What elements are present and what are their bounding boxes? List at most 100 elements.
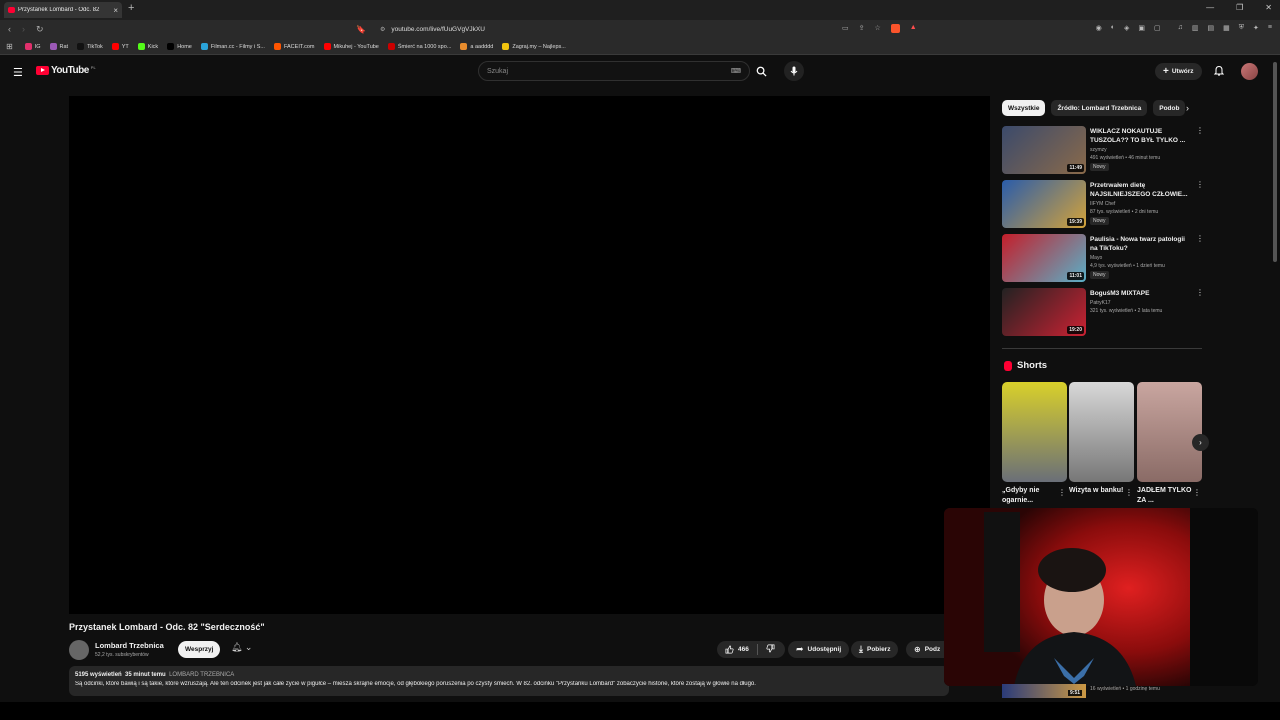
channel-name[interactable]: Mayo bbox=[1090, 255, 1194, 261]
short-thumbnail[interactable] bbox=[1002, 382, 1067, 482]
notifications-bell-icon[interactable] bbox=[1213, 65, 1225, 79]
bookmark-item[interactable]: Kick bbox=[137, 43, 158, 50]
channel-name[interactable]: PatryK17 bbox=[1090, 300, 1194, 306]
create-button[interactable]: + Utwórz bbox=[1155, 63, 1202, 80]
channel-name[interactable]: IIFYM Chef bbox=[1090, 201, 1194, 207]
account-avatar[interactable] bbox=[1241, 63, 1258, 80]
restore-icon[interactable]: ❐ bbox=[1236, 3, 1243, 12]
more-options-icon[interactable]: ⋮ bbox=[1125, 488, 1133, 497]
recommendation-item[interactable]: 11:49 WIKLACZ NOKAUTUJE TUSZOLA?? TO BYŁ … bbox=[1002, 126, 1207, 176]
brave-shield-icon[interactable] bbox=[890, 24, 900, 33]
duration-badge: 9:51 bbox=[1068, 690, 1083, 696]
more-options-icon[interactable]: ⋮ bbox=[1196, 180, 1204, 189]
video-thumbnail[interactable]: 11:49 bbox=[1002, 126, 1086, 174]
shorts-next-icon[interactable]: › bbox=[1192, 434, 1209, 451]
short-title[interactable]: „Gdyby nie ogarnie... bbox=[1002, 486, 1058, 506]
share-arrow-icon: ➦ bbox=[796, 644, 804, 654]
vpn-icon[interactable]: ⛨ bbox=[1239, 24, 1244, 32]
channel-name[interactable]: szymzy bbox=[1090, 147, 1194, 153]
short-title[interactable]: JADŁEM TYLKO ZA ... bbox=[1137, 486, 1193, 506]
leo-icon[interactable]: ✦ bbox=[1253, 24, 1259, 32]
video-title[interactable]: Przetrwałem dietę NAJSILNIEJSZEGO CZŁOWI… bbox=[1090, 181, 1194, 199]
channel-avatar[interactable] bbox=[69, 640, 89, 660]
extension-icon[interactable]: ◉ bbox=[1096, 24, 1102, 32]
video-thumbnail[interactable]: 19:20 bbox=[1002, 288, 1086, 336]
like-button[interactable]: 466 bbox=[725, 645, 749, 654]
video-thumbnail[interactable]: 19:39 bbox=[1002, 180, 1086, 228]
video-title[interactable]: WIKLACZ NOKAUTUJE TUSZOLA?? TO BYŁ TYLKO… bbox=[1090, 127, 1194, 145]
menu-icon[interactable]: ≡ bbox=[1268, 24, 1272, 32]
voice-search-button[interactable] bbox=[784, 61, 804, 81]
reload-icon[interactable]: ↻ bbox=[36, 24, 44, 35]
filter-chip[interactable]: Źródło: Lombard Trzebnica bbox=[1051, 100, 1148, 116]
bookmark-item[interactable]: Filman.cc - Filmy i S... bbox=[200, 43, 265, 50]
more-options-icon[interactable]: ⋮ bbox=[1196, 234, 1204, 243]
star-icon[interactable]: ☆ bbox=[875, 24, 881, 33]
short-thumbnail[interactable] bbox=[1069, 382, 1134, 482]
extension-icon[interactable]: ◐ bbox=[1111, 24, 1115, 32]
screen-icon[interactable]: ▭ bbox=[842, 24, 849, 33]
more-options-icon[interactable]: ⋮ bbox=[1058, 488, 1066, 497]
recommendation-item[interactable]: 19:39 Przetrwałem dietę NAJSILNIEJSZEGO C… bbox=[1002, 180, 1207, 230]
bookmark-item[interactable]: FACEIT.com bbox=[273, 43, 315, 50]
bookmark-icon[interactable]: 🔖 bbox=[356, 25, 366, 34]
hamburger-menu-icon[interactable]: ☰ bbox=[13, 66, 23, 79]
bookmark-item[interactable]: Home bbox=[167, 43, 192, 50]
wallet-icon[interactable]: ▤ bbox=[1208, 24, 1215, 32]
browser-tab[interactable]: Przystanek Lombard - Odc. 82 × bbox=[4, 2, 122, 18]
bookmark-item[interactable]: IG bbox=[24, 43, 41, 50]
apps-grid-icon[interactable]: ⊞ bbox=[6, 42, 13, 51]
short-title[interactable]: Wizyta w banku! bbox=[1069, 486, 1125, 496]
bookmark-item[interactable]: Mikuhej - YouTube bbox=[323, 43, 379, 50]
back-icon[interactable]: ‹ bbox=[8, 24, 11, 34]
keyboard-icon[interactable]: ⌨ bbox=[731, 67, 741, 75]
subscription-bell-icon[interactable]: 🔔︎ ⌄ bbox=[231, 642, 252, 653]
search-input[interactable]: Szukaj ⌨ bbox=[478, 61, 750, 81]
recommendation-item[interactable]: 11:01 Paulisia - Nowa twarz patologii na … bbox=[1002, 234, 1207, 284]
video-thumbnail[interactable]: 11:01 bbox=[1002, 234, 1086, 282]
more-options-icon[interactable]: ⋮ bbox=[1196, 288, 1204, 297]
video-title[interactable]: Paulisia - Nowa twarz patologii na TikTo… bbox=[1090, 235, 1194, 253]
download-button[interactable]: ⤓ Pobierz bbox=[851, 641, 899, 658]
media-icon[interactable]: ♫ bbox=[1178, 24, 1183, 32]
video-player[interactable] bbox=[69, 96, 990, 614]
bookmark-item[interactable]: TikTok bbox=[77, 43, 103, 50]
filter-chip[interactable]: Wszystkie bbox=[1002, 100, 1046, 116]
bookmark-item[interactable]: Śmierć na 1000 spo... bbox=[387, 43, 451, 50]
support-button[interactable]: Wesprzyj bbox=[178, 641, 221, 658]
more-options-icon[interactable]: ⋮ bbox=[1193, 488, 1201, 497]
share-icon[interactable]: ⇪ bbox=[859, 24, 865, 33]
close-tab-icon[interactable]: × bbox=[113, 6, 118, 15]
forward-icon[interactable]: › bbox=[22, 24, 25, 34]
video-title[interactable]: BoguśM3 MIXTAPE bbox=[1090, 289, 1194, 298]
new-tab-icon[interactable]: + bbox=[128, 2, 134, 14]
bookmark-item[interactable]: YT bbox=[111, 43, 129, 50]
close-window-icon[interactable]: ✕ bbox=[1265, 3, 1272, 12]
sidebar-icon[interactable]: ▥ bbox=[1192, 24, 1199, 32]
tabs-icon[interactable]: ▦ bbox=[1223, 24, 1230, 32]
scrollbar[interactable] bbox=[1273, 62, 1277, 262]
youtube-logo[interactable]: YouTube PL bbox=[36, 65, 96, 76]
channel-tag[interactable]: LOMBARD TRZEBNICA bbox=[169, 672, 234, 678]
description-box[interactable]: 5195 wyświetleń 35 minut temu LOMBARD TR… bbox=[69, 666, 949, 696]
search-button[interactable] bbox=[750, 61, 772, 81]
filter-chip[interactable]: Podob bbox=[1153, 100, 1186, 116]
recommendation-item[interactable]: 19:20 BoguśM3 MIXTAPE PatryK17 321 tys. wyś… bbox=[1002, 288, 1207, 338]
bookmark-item[interactable]: Zagraj.my – Najleps... bbox=[502, 43, 566, 50]
dislike-button[interactable] bbox=[766, 644, 775, 655]
more-options-icon[interactable]: ⋮ bbox=[1196, 126, 1204, 135]
bookmark-item[interactable]: Rat bbox=[49, 43, 68, 50]
short-thumbnail[interactable] bbox=[1137, 382, 1202, 482]
chips-next-icon[interactable]: › bbox=[1186, 103, 1189, 113]
extension-icon[interactable]: ▢ bbox=[1154, 24, 1161, 32]
extension-icon[interactable]: ▣ bbox=[1138, 24, 1145, 32]
rewards-icon[interactable]: ▲ bbox=[910, 24, 917, 33]
address-bar[interactable]: 🔖 ⚙ youtube.com/live/fUuGVgVJkXU bbox=[352, 22, 912, 37]
channel-name[interactable]: Lombard Trzebnica bbox=[95, 641, 164, 650]
extension-icon[interactable]: ◈ bbox=[1124, 24, 1129, 32]
bookmark-item[interactable]: a aadddd bbox=[460, 43, 493, 50]
share-button[interactable]: ➦ Udostępnij bbox=[788, 641, 850, 658]
minimize-icon[interactable]: — bbox=[1206, 3, 1214, 12]
site-info-icon[interactable]: ⚙ bbox=[380, 26, 385, 33]
recommendation-partial[interactable]: 9:51 16 wyświetleń • 1 godzinę temu bbox=[1002, 684, 1207, 698]
